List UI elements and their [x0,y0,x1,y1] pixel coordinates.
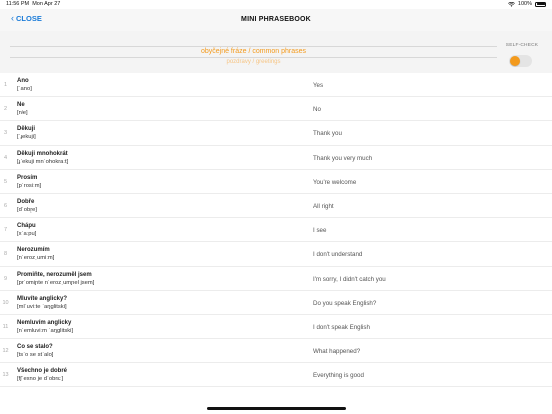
czech-phrase: Nemluvím anglicky [17,319,72,326]
row-number: 6 [3,202,8,209]
english-translation: You're welcome [313,178,357,186]
pronunciation: [pˈrosiːm] [17,182,42,189]
english-translation: Thank you [313,130,342,138]
battery-icon [535,1,546,7]
row-number: 7 [3,227,8,234]
phrase-row[interactable]: 2 Ne [nʲe] No [0,97,552,122]
toggle-knob [510,56,520,66]
pronunciation: [nʲe] [17,110,28,117]
phrase-row[interactable]: 10 Mluvíte anglicky? [mlˈuviːte ˈaŋglitski… [0,291,552,315]
phrase-row[interactable]: 8 Nerozumím [nˈerozˌumiːm] I don't understa… [0,242,552,267]
czech-phrase: Děkuji mnohokrát [17,150,68,157]
wifi-icon [508,1,515,7]
pronunciation: [ɟˈekuji mnˈohokraːt] [17,158,69,165]
english-translation: All right [313,202,334,210]
czech-phrase: Ne [17,102,25,109]
pronunciation: [nˈemluviːm ˈaŋglitski] [17,327,74,334]
pronunciation: [dˈobr̝e] [17,206,37,213]
czech-phrase: Co se stalo? [17,344,53,351]
row-number: 4 [3,154,8,161]
pronunciation: [xˈaːpu] [17,231,37,238]
english-translation: I'm sorry, I didn't catch you [313,275,386,283]
self-check-label: SELF-CHECK [505,43,539,48]
category-title: obyčejné fráze / common phrases [200,48,307,55]
phrase-row[interactable]: 12 Co se stalo? [tsˈo se stˈalo] What happe… [0,339,552,364]
phrase-row[interactable]: 4 Děkuji mnohokrát [ɟˈekuji mnˈohokraːt] Th… [0,146,552,170]
status-date-text: Mon Apr 27 [32,1,61,7]
english-translation: What happened? [313,348,361,356]
category-header: obyčejné fráze / common phrases pozdravy… [0,31,552,73]
english-translation: Thank you very much [313,154,373,162]
czech-phrase: Všechno je dobré [17,368,68,375]
row-number: 8 [3,251,8,258]
english-translation: I see [313,227,327,235]
english-translation: I don't understand [313,251,363,259]
navigation-bar: ‹ CLOSE MINI PHRASEBOOK [0,9,552,32]
czech-phrase: Prosím [17,174,38,181]
english-translation: No [313,106,321,114]
row-number: 2 [3,106,8,113]
phrase-list: 1 Ano [ˈano] Yes 2 Ne [nʲe] No 3 Děkuji [ˈɟekuji] T… [0,73,552,388]
self-check-toggle[interactable] [509,55,532,67]
pronunciation: [fʃˈexno je dˈobrɛː] [17,376,64,383]
czech-phrase: Nerozumím [17,247,50,254]
status-bar: 11:56 PM Mon Apr 27 100% [0,0,552,9]
english-translation: I don't speak English [313,323,370,331]
phrase-row[interactable]: 7 Chápu [xˈaːpu] I see [0,218,552,243]
home-indicator[interactable] [207,407,346,410]
divider [10,46,497,47]
pronunciation: [mlˈuviːte ˈaŋglitski] [17,303,67,310]
page-title: MINI PHRASEBOOK [241,16,311,23]
phrase-row[interactable]: 13 Všechno je dobré [fʃˈexno je dˈobrɛː] Ev… [0,363,552,388]
status-time-text: 11:56 PM [6,1,30,7]
category-subtitle: pozdravy / greetings [226,59,281,65]
english-translation: Everything is good [313,372,364,380]
phrase-row[interactable]: 6 Dobře [dˈobr̝e] All right [0,194,552,219]
row-number: 3 [3,130,8,137]
divider [10,57,497,58]
row-number: 1 [3,82,8,88]
pronunciation: [tsˈo se stˈalo] [17,352,54,359]
row-number: 5 [3,178,8,185]
row-number: 12 [2,348,9,355]
english-translation: Yes [313,82,324,89]
english-translation: Do you speak English? [313,299,377,307]
phrase-row[interactable]: 1 Ano [ˈano] Yes [0,73,552,98]
phrase-row[interactable]: 5 Prosím [pˈrosiːm] You're welcome [0,170,552,194]
status-right: 100% [508,1,546,7]
czech-phrase: Promiňte, nerozuměl jsem [17,271,92,278]
phrase-row[interactable]: 3 Děkuji [ˈɟekuji] Thank you [0,121,552,146]
czech-phrase: Ano [17,78,29,84]
czech-phrase: Mluvíte anglicky? [17,295,68,302]
phrase-row[interactable]: 11 Nemluvím anglicky [nˈemluviːm ˈaŋglitsk… [0,315,552,340]
pronunciation: [prˈomiɲte nˈerozˌumɲel jsem] [17,279,95,286]
czech-phrase: Dobře [17,198,35,205]
row-number: 9 [3,275,8,282]
pronunciation: [nˈerozˌumiːm] [17,255,55,262]
status-time: 11:56 PM Mon Apr 27 [6,1,60,7]
battery-percent: 100% [517,1,532,7]
pronunciation: [ˈɟekuji] [17,134,36,141]
pronunciation: [ˈano] [17,86,32,92]
row-number: 11 [2,323,9,330]
row-number: 10 [2,299,9,306]
phrase-row[interactable]: 9 Promiňte, nerozuměl jsem [prˈomiɲte nˈer… [0,267,552,291]
czech-phrase: Děkuji [17,126,36,133]
row-number: 13 [2,372,9,379]
czech-phrase: Chápu [17,223,36,230]
